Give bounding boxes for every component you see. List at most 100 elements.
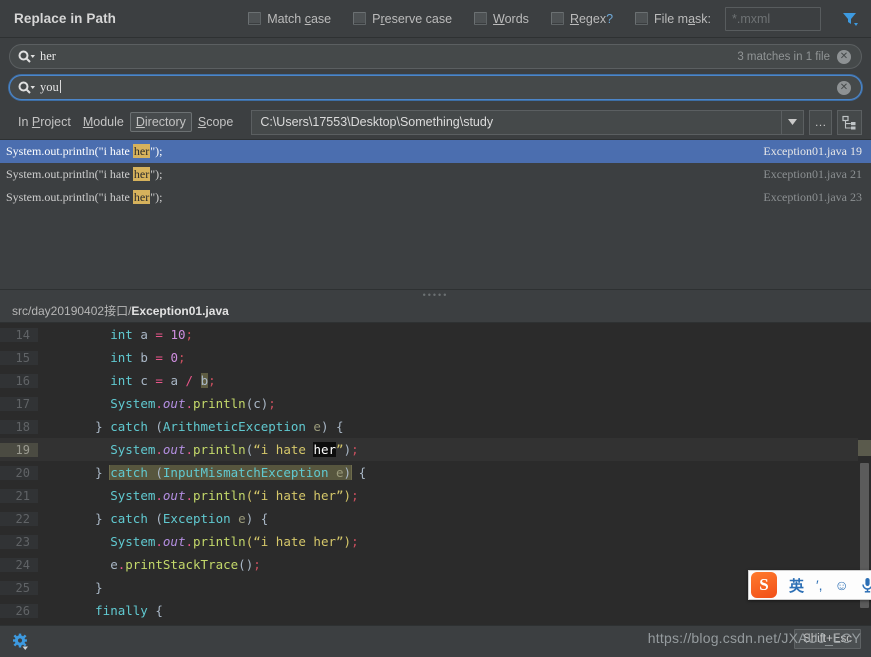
code-line-16: 16 int c = a / b;: [0, 369, 858, 392]
result-file-label: Exception01.java 23: [763, 190, 862, 204]
clear-replace-icon[interactable]: ✕: [837, 80, 851, 95]
line-content: } catch (Exception e) {: [95, 511, 269, 526]
dialog-titlebar: Replace in Path Match case Preserve case…: [0, 0, 871, 38]
search-field-wrap: her 3 matches in 1 file ✕: [0, 38, 871, 69]
line-content: int a = 10;: [110, 327, 194, 342]
line-number: 23: [0, 534, 38, 549]
option-regex[interactable]: Regex?: [550, 11, 614, 26]
watermark-text: https://blog.csdn.net/JXAUJ_LCY: [647, 630, 861, 646]
line-content: finally {: [95, 603, 163, 618]
result-code: System.out.println("i hate her");: [6, 190, 163, 204]
table-row[interactable]: System.out.println("i hate her"); Except…: [0, 186, 871, 209]
words-checkbox[interactable]: [474, 12, 488, 25]
code-line-21: 21 System.out.println(“i hate her”);: [0, 484, 858, 507]
filter-icon[interactable]: [839, 9, 859, 29]
preserve-case-checkbox[interactable]: [353, 12, 367, 25]
file-mask-checkbox[interactable]: [635, 12, 649, 25]
directory-path-value[interactable]: C:\Users\17553\Desktop\Something\study: [252, 115, 781, 129]
words-label: Words: [493, 11, 529, 26]
scope-option-in-project[interactable]: In Project: [12, 112, 77, 132]
table-row[interactable]: System.out.println("i hate her"); Except…: [0, 163, 871, 186]
line-number: 15: [0, 350, 38, 365]
code-line-19: 19 System.out.println(“i hate her”);: [0, 438, 858, 461]
mic-icon[interactable]: [861, 577, 871, 593]
gear-icon[interactable]: [12, 632, 32, 652]
regex-checkbox[interactable]: [550, 12, 564, 25]
table-row[interactable]: System.out.println("i hate her"); Except…: [0, 140, 871, 163]
splitter-handle-dots: •••••: [422, 289, 449, 300]
sogou-logo-icon[interactable]: S: [751, 572, 777, 598]
result-file-label: Exception01.java 19: [763, 144, 862, 158]
page-title: Replace in Path: [14, 11, 117, 26]
line-number: 22: [0, 511, 38, 526]
line-number: 19: [0, 442, 38, 457]
line-content: } catch (ArithmeticException e) {: [95, 419, 344, 434]
line-content: System.out.println(“i hate her”);: [110, 442, 359, 457]
option-file-mask[interactable]: File mask: *.mxml: [635, 6, 821, 31]
breadcrumb: src/day20190402接口/Exception01.java: [12, 304, 229, 318]
code-line-26: 26 finally {: [0, 599, 858, 622]
line-content: } catch (InputMismatchException e) {: [95, 465, 367, 480]
code-line-17: 17 System.out.println(c);: [0, 392, 858, 415]
replace-input[interactable]: you: [40, 80, 837, 95]
search-results-list[interactable]: System.out.println("i hate her"); Except…: [0, 139, 871, 289]
match-case-label: Match case: [267, 11, 332, 26]
file-mask-label: File mask:: [654, 11, 711, 26]
scope-option-scope[interactable]: Scope: [192, 112, 239, 132]
scope-row: In Project Module Directory Scope C:\Use…: [0, 105, 871, 139]
code-line-15: 15 int b = 0;: [0, 346, 858, 369]
code-line-18: 18 } catch (ArithmeticException e) {: [0, 415, 858, 438]
option-match-case[interactable]: Match case: [248, 12, 331, 26]
ime-toolbar[interactable]: S 英 ′, ☺: [748, 570, 871, 600]
scope-option-module[interactable]: Module: [77, 112, 130, 132]
preview-header: src/day20190402接口/Exception01.java: [0, 299, 871, 323]
ime-punctuation-icon[interactable]: ′,: [816, 577, 823, 593]
code-lines: 14 int a = 10; 15 int b = 0; 16 int c = …: [0, 323, 858, 625]
match-case-checkbox[interactable]: [248, 12, 262, 25]
regex-label: Regex?: [569, 11, 614, 26]
directory-path-combobox[interactable]: C:\Users\17553\Desktop\Something\study: [251, 109, 804, 135]
result-code: System.out.println("i hate her");: [6, 144, 163, 158]
code-preview-editor[interactable]: 14 int a = 10; 15 int b = 0; 16 int c = …: [0, 323, 871, 625]
project-tree-icon[interactable]: [837, 109, 862, 135]
line-content: int c = a / b;: [110, 373, 216, 388]
replace-field-wrap: you ✕: [0, 69, 871, 100]
line-number: 26: [0, 603, 38, 618]
line-content: int b = 0;: [110, 350, 186, 365]
preserve-case-label: Preserve case: [372, 11, 453, 26]
option-preserve-case[interactable]: Preserve case: [353, 12, 452, 26]
chevron-down-icon[interactable]: [781, 110, 803, 134]
option-words[interactable]: Words: [474, 12, 529, 26]
line-content: System.out.println(“i hate her”);: [110, 488, 359, 503]
ime-language-mode[interactable]: 英: [789, 575, 804, 596]
panel-splitter[interactable]: •••••: [0, 289, 871, 299]
line-number: 21: [0, 488, 38, 503]
file-mask-input[interactable]: *.mxml: [725, 6, 821, 31]
replace-search-icon[interactable]: [18, 80, 36, 96]
code-line-25: 25 }: [0, 576, 858, 599]
code-line-20: 20 } catch (InputMismatchException e) {: [0, 461, 858, 484]
line-number: 20: [0, 465, 38, 480]
search-options-group: Match case Preserve case Words Regex? Fi…: [226, 6, 863, 31]
search-input[interactable]: her: [40, 49, 737, 64]
browse-directory-button[interactable]: …: [809, 109, 832, 135]
line-number: 14: [0, 327, 38, 342]
ime-emoji-icon[interactable]: ☺: [835, 577, 849, 593]
line-number: 17: [0, 396, 38, 411]
line-content: e.printStackTrace();: [110, 557, 261, 572]
line-number: 18: [0, 419, 38, 434]
occurrence-marker[interactable]: [858, 440, 871, 456]
scope-option-directory[interactable]: Directory: [129, 112, 192, 132]
replace-in-path-dialog: Replace in Path Match case Preserve case…: [0, 0, 871, 657]
status-bar: Shift+Esc https://blog.csdn.net/JXAUJ_LC…: [0, 625, 871, 657]
clear-search-icon[interactable]: ✕: [837, 49, 851, 64]
line-number: 25: [0, 580, 38, 595]
line-number: 24: [0, 557, 38, 572]
line-content: System.out.println(“i hate her”);: [110, 534, 359, 549]
match-count-label: 3 matches in 1 file: [737, 50, 830, 63]
line-number: 16: [0, 373, 38, 388]
result-file-label: Exception01.java 21: [763, 167, 862, 181]
replace-field[interactable]: you ✕: [9, 75, 862, 100]
search-field[interactable]: her 3 matches in 1 file ✕: [9, 44, 862, 69]
search-icon[interactable]: [18, 49, 36, 65]
